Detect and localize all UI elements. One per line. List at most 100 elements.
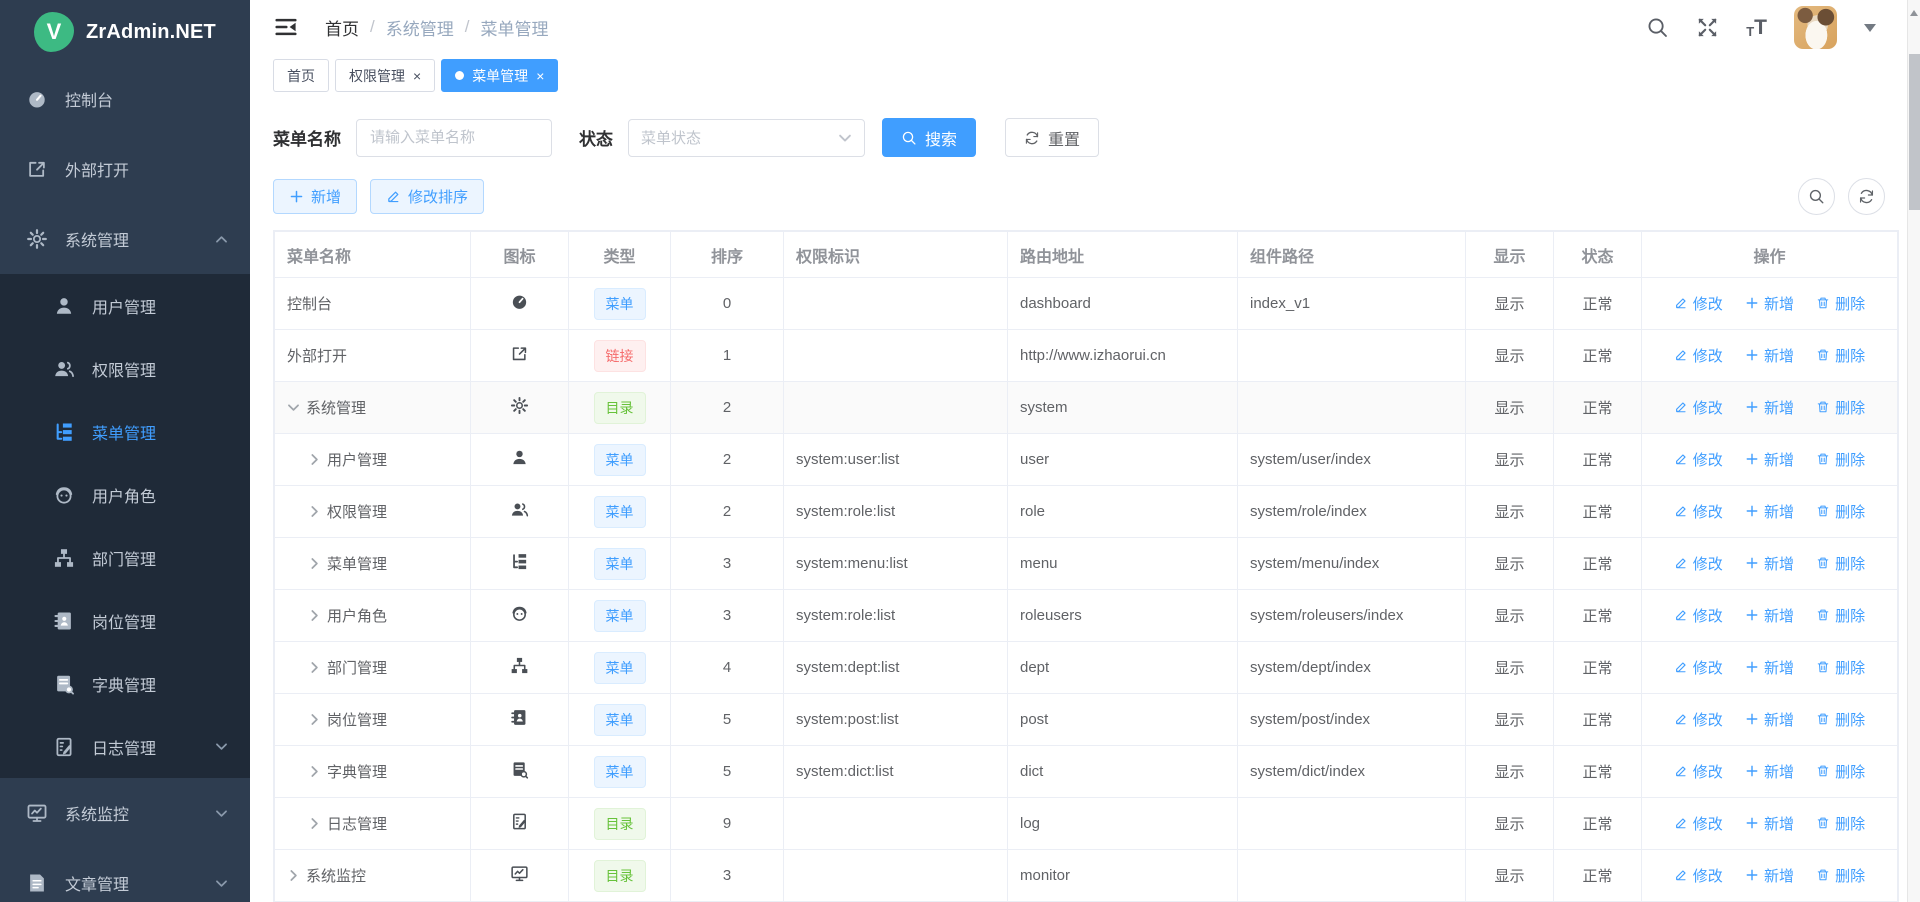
delete-link[interactable]: 删除 <box>1816 657 1865 678</box>
sidebar-item-role-management[interactable]: 权限管理 <box>0 337 250 400</box>
font-size-icon[interactable]: TT <box>1746 17 1767 38</box>
delete-link[interactable]: 删除 <box>1816 605 1865 626</box>
add-link[interactable]: 新增 <box>1745 605 1794 626</box>
tab-home[interactable]: 首页 <box>273 59 329 92</box>
add-link[interactable]: 新增 <box>1745 293 1794 314</box>
table-row[interactable]: 岗位管理 菜单 5 system:post:list post system/p… <box>275 694 1898 746</box>
add-link[interactable]: 新增 <box>1745 397 1794 418</box>
cell-visible: 显示 <box>1466 382 1554 434</box>
edit-sort-button[interactable]: 修改排序 <box>370 179 484 214</box>
expand-arrow-icon[interactable] <box>308 609 321 622</box>
delete-link[interactable]: 删除 <box>1816 345 1865 366</box>
tab-menu-management[interactable]: 菜单管理 × <box>441 59 558 92</box>
sidebar-item-user-management[interactable]: 用户管理 <box>0 274 250 337</box>
menu-name-input[interactable] <box>356 119 552 157</box>
reset-button[interactable]: 重置 <box>1005 118 1099 157</box>
sidebar-item-post-management[interactable]: 岗位管理 <box>0 589 250 652</box>
delete-link[interactable]: 删除 <box>1816 293 1865 314</box>
toggle-search-button[interactable] <box>1798 178 1835 215</box>
collapse-sidebar-icon[interactable] <box>274 15 298 39</box>
expand-arrow-icon[interactable] <box>308 765 321 778</box>
table-row[interactable]: 控制台 菜单 0 dashboard index_v1 显示 正常 修改 新增 … <box>275 278 1898 330</box>
add-link[interactable]: 新增 <box>1745 865 1794 886</box>
cell-icon <box>471 330 569 382</box>
app-logo[interactable]: V ZrAdmin.NET <box>0 0 250 64</box>
expand-arrow-icon[interactable] <box>308 661 321 674</box>
table-row[interactable]: 系统监控 目录 3 monitor 显示 正常 修改 新增 删除 <box>275 850 1898 902</box>
tab-role-management[interactable]: 权限管理 × <box>335 59 435 92</box>
table-row[interactable]: 用户角色 菜单 3 system:role:list roleusers sys… <box>275 590 1898 642</box>
expand-arrow-icon[interactable] <box>308 505 321 518</box>
table-row[interactable]: 字典管理 菜单 5 system:dict:list dict system/d… <box>275 746 1898 798</box>
sidebar-item-article-management[interactable]: 文章管理 <box>0 848 250 902</box>
sidebar-item-external-open[interactable]: 外部打开 <box>0 134 250 204</box>
edit-link[interactable]: 修改 <box>1674 293 1723 314</box>
sidebar-item-menu-management[interactable]: 菜单管理 <box>0 400 250 463</box>
delete-link[interactable]: 删除 <box>1816 449 1865 470</box>
sidebar-item-system-monitor[interactable]: 系统监控 <box>0 778 250 848</box>
edit-link[interactable]: 修改 <box>1674 761 1723 782</box>
add-link[interactable]: 新增 <box>1745 345 1794 366</box>
status-select[interactable]: 菜单状态 <box>628 119 865 157</box>
edit-link[interactable]: 修改 <box>1674 605 1723 626</box>
expand-arrow-icon[interactable] <box>287 869 300 882</box>
edit-link[interactable]: 修改 <box>1674 501 1723 522</box>
expand-arrow-icon[interactable] <box>308 453 321 466</box>
delete-link[interactable]: 删除 <box>1816 761 1865 782</box>
fullscreen-icon[interactable] <box>1696 16 1719 39</box>
add-link[interactable]: 新增 <box>1745 501 1794 522</box>
table-row[interactable]: 日志管理 目录 9 log 显示 正常 修改 新增 删除 <box>275 798 1898 850</box>
sidebar-item-log-management[interactable]: 日志管理 <box>0 715 250 778</box>
expand-arrow-icon[interactable] <box>308 713 321 726</box>
scrollbar-up-arrow[interactable] <box>1910 6 1918 16</box>
menu-name-text: 权限管理 <box>327 501 387 522</box>
caret-down-icon[interactable] <box>1864 24 1876 38</box>
add-button[interactable]: 新增 <box>273 179 357 214</box>
add-link[interactable]: 新增 <box>1745 553 1794 574</box>
search-icon[interactable] <box>1646 16 1669 39</box>
edit-link[interactable]: 修改 <box>1674 813 1723 834</box>
table-row[interactable]: 权限管理 菜单 2 system:role:list role system/r… <box>275 486 1898 538</box>
add-link[interactable]: 新增 <box>1745 761 1794 782</box>
sidebar-item-dict-management[interactable]: 字典管理 <box>0 652 250 715</box>
expand-arrow-icon[interactable] <box>308 817 321 830</box>
search-button[interactable]: 搜索 <box>882 118 976 157</box>
delete-link[interactable]: 删除 <box>1816 813 1865 834</box>
cell-order: 4 <box>671 642 784 694</box>
page-scrollbar[interactable] <box>1907 0 1920 902</box>
sidebar-item-user-role[interactable]: 用户角色 <box>0 463 250 526</box>
close-icon[interactable]: × <box>536 69 544 83</box>
refresh-table-button[interactable] <box>1848 178 1885 215</box>
breadcrumb-home[interactable]: 首页 <box>325 15 359 40</box>
edit-link[interactable]: 修改 <box>1674 345 1723 366</box>
cell-type: 菜单 <box>569 486 671 538</box>
edit-link[interactable]: 修改 <box>1674 657 1723 678</box>
add-link[interactable]: 新增 <box>1745 813 1794 834</box>
edit-link[interactable]: 修改 <box>1674 449 1723 470</box>
table-row[interactable]: 系统管理 目录 2 system 显示 正常 修改 新增 删除 <box>275 382 1898 434</box>
edit-link[interactable]: 修改 <box>1674 397 1723 418</box>
table-row[interactable]: 部门管理 菜单 4 system:dept:list dept system/d… <box>275 642 1898 694</box>
delete-link[interactable]: 删除 <box>1816 553 1865 574</box>
delete-link[interactable]: 删除 <box>1816 501 1865 522</box>
add-link[interactable]: 新增 <box>1745 449 1794 470</box>
sidebar-item-system-management[interactable]: 系统管理 <box>0 204 250 274</box>
table-row[interactable]: 用户管理 菜单 2 system:user:list user system/u… <box>275 434 1898 486</box>
avatar[interactable] <box>1794 6 1837 49</box>
delete-link[interactable]: 删除 <box>1816 397 1865 418</box>
table-row[interactable]: 外部打开 链接 1 http://www.izhaorui.cn 显示 正常 修… <box>275 330 1898 382</box>
edit-link[interactable]: 修改 <box>1674 553 1723 574</box>
edit-link[interactable]: 修改 <box>1674 709 1723 730</box>
edit-link[interactable]: 修改 <box>1674 865 1723 886</box>
table-row[interactable]: 菜单管理 菜单 3 system:menu:list menu system/m… <box>275 538 1898 590</box>
expand-arrow-icon[interactable] <box>308 557 321 570</box>
close-icon[interactable]: × <box>413 69 421 83</box>
scrollbar-thumb[interactable] <box>1909 54 1920 210</box>
sidebar-item-dashboard[interactable]: 控制台 <box>0 64 250 134</box>
delete-link[interactable]: 删除 <box>1816 865 1865 886</box>
add-link[interactable]: 新增 <box>1745 657 1794 678</box>
expand-arrow-icon[interactable] <box>287 401 300 414</box>
add-link[interactable]: 新增 <box>1745 709 1794 730</box>
delete-link[interactable]: 删除 <box>1816 709 1865 730</box>
sidebar-item-dept-management[interactable]: 部门管理 <box>0 526 250 589</box>
